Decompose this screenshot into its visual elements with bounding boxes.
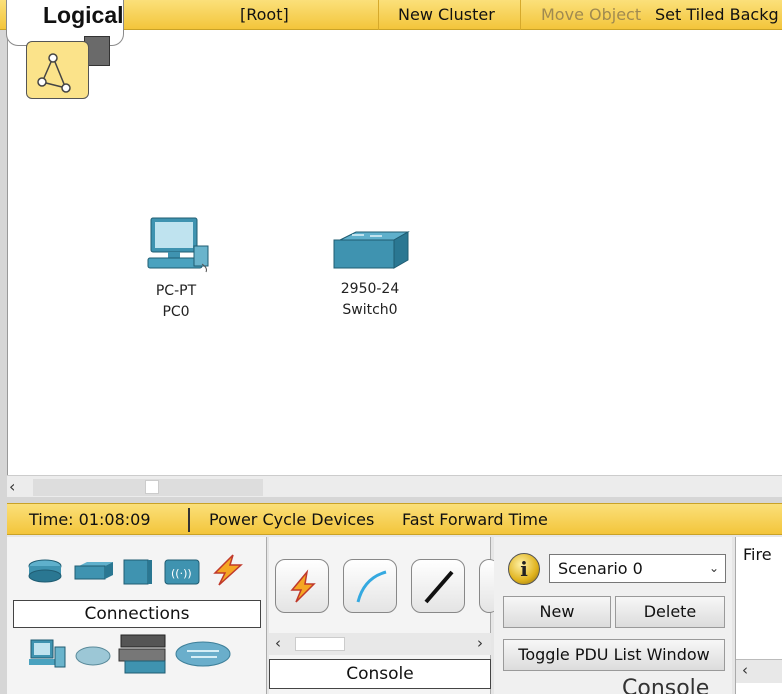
- console-cable-icon: [356, 570, 387, 603]
- toggle-pdu-list-button[interactable]: Toggle PDU List Window: [503, 639, 725, 671]
- switch-category-icon[interactable]: [73, 561, 115, 581]
- console-cable-button[interactable]: [343, 559, 397, 613]
- scenario-select[interactable]: Scenario 0 ⌄: [549, 554, 726, 583]
- scenario-select-value: Scenario 0: [558, 559, 643, 578]
- wireless-icon[interactable]: ((·)): [163, 558, 201, 586]
- device-name-label: Switch0: [342, 302, 398, 318]
- time-divider: [188, 508, 190, 532]
- multiuser-icon[interactable]: [117, 633, 169, 675]
- scroll-left-icon[interactable]: ‹: [742, 661, 748, 679]
- auto-connect-button[interactable]: [275, 559, 329, 613]
- router-icon[interactable]: [27, 557, 63, 583]
- scrollbar-thumb[interactable]: [295, 637, 345, 651]
- toolbar-divider: [378, 0, 379, 30]
- pc-icon: [147, 217, 209, 273]
- new-scenario-button[interactable]: New: [503, 596, 611, 628]
- power-cycle-devices-button[interactable]: Power Cycle Devices: [209, 504, 374, 536]
- straight-through-icon: [424, 570, 454, 604]
- switch-icon: [333, 231, 410, 269]
- scroll-left-icon[interactable]: ‹: [275, 634, 281, 652]
- realtime-bar: Time: 01:08:09 Power Cycle Devices Fast …: [7, 503, 782, 535]
- toolbar-divider: [520, 0, 521, 30]
- device-switch0[interactable]: 2950-24 Switch0: [328, 230, 412, 321]
- fire-column-header: Fire: [743, 545, 772, 564]
- auto-connect-icon: [290, 569, 316, 603]
- scenario-panel: i Scenario 0 ⌄ New Delete Toggle PDU Lis…: [494, 537, 732, 694]
- scroll-left-icon[interactable]: ‹: [9, 477, 15, 496]
- delete-scenario-button[interactable]: Delete: [615, 596, 725, 628]
- chevron-down-icon: ⌄: [708, 561, 719, 575]
- device-pc0[interactable]: PC-PT PC0: [136, 216, 216, 323]
- scrollbar-thumb[interactable]: [145, 480, 159, 494]
- fast-forward-time-button[interactable]: Fast Forward Time: [402, 504, 548, 536]
- time-display: Time: 01:08:09: [29, 510, 151, 529]
- end-device-icon[interactable]: [27, 637, 67, 671]
- device-category-label: Connections: [13, 600, 261, 628]
- background-window-text: Console: [622, 676, 710, 694]
- svg-text:((·)): ((·)): [171, 567, 192, 580]
- custom-cloud-icon[interactable]: [173, 639, 233, 669]
- connection-scrollbar[interactable]: ‹ ›: [269, 633, 491, 655]
- scroll-right-icon[interactable]: ›: [477, 634, 483, 652]
- move-object-button[interactable]: Move Object: [541, 0, 645, 30]
- pdu-list-scrollbar[interactable]: ‹: [736, 659, 782, 683]
- logical-topology-icon[interactable]: [26, 41, 89, 99]
- connection-type-panel: ‹ › Console: [269, 537, 499, 694]
- wan-cloud-icon[interactable]: [73, 643, 113, 669]
- device-type-panel: ((·)) Connections: [7, 537, 267, 694]
- device-model-label: 2950-24: [340, 281, 400, 297]
- logical-label: Logical: [43, 2, 124, 28]
- set-tiled-background-button[interactable]: Set Tiled Backg: [655, 0, 782, 30]
- logical-workspace[interactable]: PC-PT PC0 2950-24 Switch0: [7, 30, 782, 475]
- device-model-label: PC-PT: [155, 283, 197, 299]
- workspace-horizontal-scrollbar[interactable]: ‹: [7, 475, 782, 497]
- hub-icon[interactable]: [121, 558, 153, 586]
- packet-tracer-window: [Root] New Cluster Move Object Set Tiled…: [0, 0, 782, 694]
- connection-type-label: Console: [269, 659, 491, 689]
- bottom-toolbox: ((·)) Connections ‹ › Console i Scenario…: [7, 535, 782, 694]
- connections-icon[interactable]: [209, 553, 247, 587]
- device-name-label: PC0: [162, 304, 190, 320]
- straight-through-button[interactable]: [411, 559, 465, 613]
- pdu-list-panel: Fire ‹: [735, 537, 782, 694]
- root-breadcrumb[interactable]: [Root]: [240, 0, 289, 30]
- new-cluster-button[interactable]: New Cluster: [398, 0, 495, 30]
- info-icon[interactable]: i: [508, 553, 540, 585]
